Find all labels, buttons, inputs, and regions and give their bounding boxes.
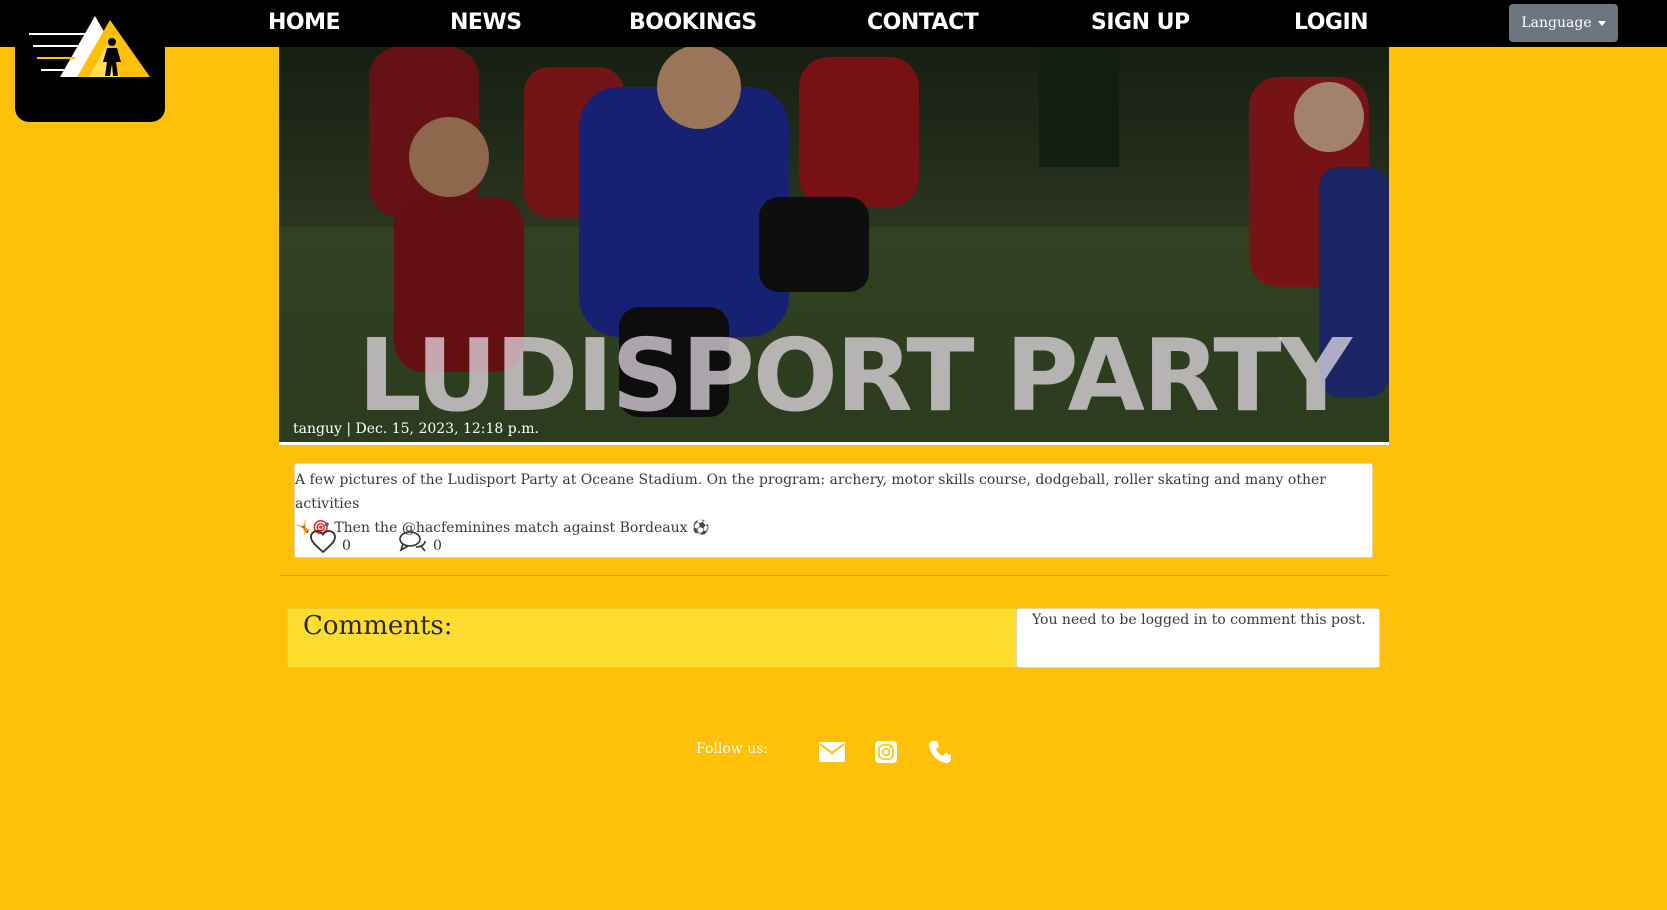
post-body-line1: A few pictures of the Ludisport Party at…	[295, 472, 1326, 512]
nav-signup-link[interactable]: SIGN UP	[1091, 0, 1190, 47]
like-button[interactable]: 0	[310, 530, 351, 554]
post-title: LUDISPORT PARTY	[357, 317, 1352, 434]
section-divider	[279, 575, 1389, 576]
comments-button[interactable]: 0	[399, 530, 442, 554]
comment-count: 0	[433, 538, 442, 554]
nav-news-link[interactable]: NEWS	[450, 0, 522, 47]
chat-bubbles-icon	[399, 531, 426, 552]
phone-icon	[929, 741, 951, 763]
hero-underline	[279, 442, 1389, 445]
heart-icon	[310, 530, 336, 554]
phone-link[interactable]	[926, 738, 954, 766]
language-dropdown-button[interactable]: Language	[1509, 4, 1618, 42]
envelope-icon	[819, 742, 845, 762]
top-navbar: HOME NEWS BOOKINGS CONTACT SIGN UP LOGIN…	[0, 0, 1667, 47]
comments-heading: Comments:	[303, 611, 453, 641]
site-logo[interactable]	[15, 0, 165, 122]
nav-login-link[interactable]: LOGIN	[1294, 0, 1369, 47]
language-label: Language	[1521, 15, 1592, 31]
caret-down-icon	[1597, 20, 1606, 26]
follow-us-label: Follow us:	[696, 741, 769, 757]
soccer-ball-emoji: ⚽	[692, 520, 710, 536]
login-notice: You need to be logged in to comment this…	[1032, 612, 1366, 628]
logo-mark-icon	[29, 16, 150, 77]
post-card: A few pictures of the Ludisport Party at…	[294, 463, 1373, 558]
nav-home-link[interactable]: HOME	[268, 0, 341, 47]
post-meta: tanguy | Dec. 15, 2023, 12:18 p.m.	[293, 421, 539, 437]
nav-bookings-link[interactable]: BOOKINGS	[629, 0, 757, 47]
like-count: 0	[342, 538, 351, 554]
comments-section: Comments:	[287, 608, 1017, 668]
instagram-link[interactable]	[872, 738, 900, 766]
nav-contact-link[interactable]: CONTACT	[867, 0, 979, 47]
post-body: A few pictures of the Ludisport Party at…	[295, 468, 1365, 540]
login-notice-box: You need to be logged in to comment this…	[1016, 608, 1380, 668]
instagram-icon	[875, 741, 897, 763]
post-body-line2: Then the @hacfeminines match against Bor…	[334, 520, 688, 536]
post-hero-image: LUDISPORT PARTY tanguy | Dec. 15, 2023, …	[279, 47, 1389, 442]
email-link[interactable]	[818, 738, 846, 766]
